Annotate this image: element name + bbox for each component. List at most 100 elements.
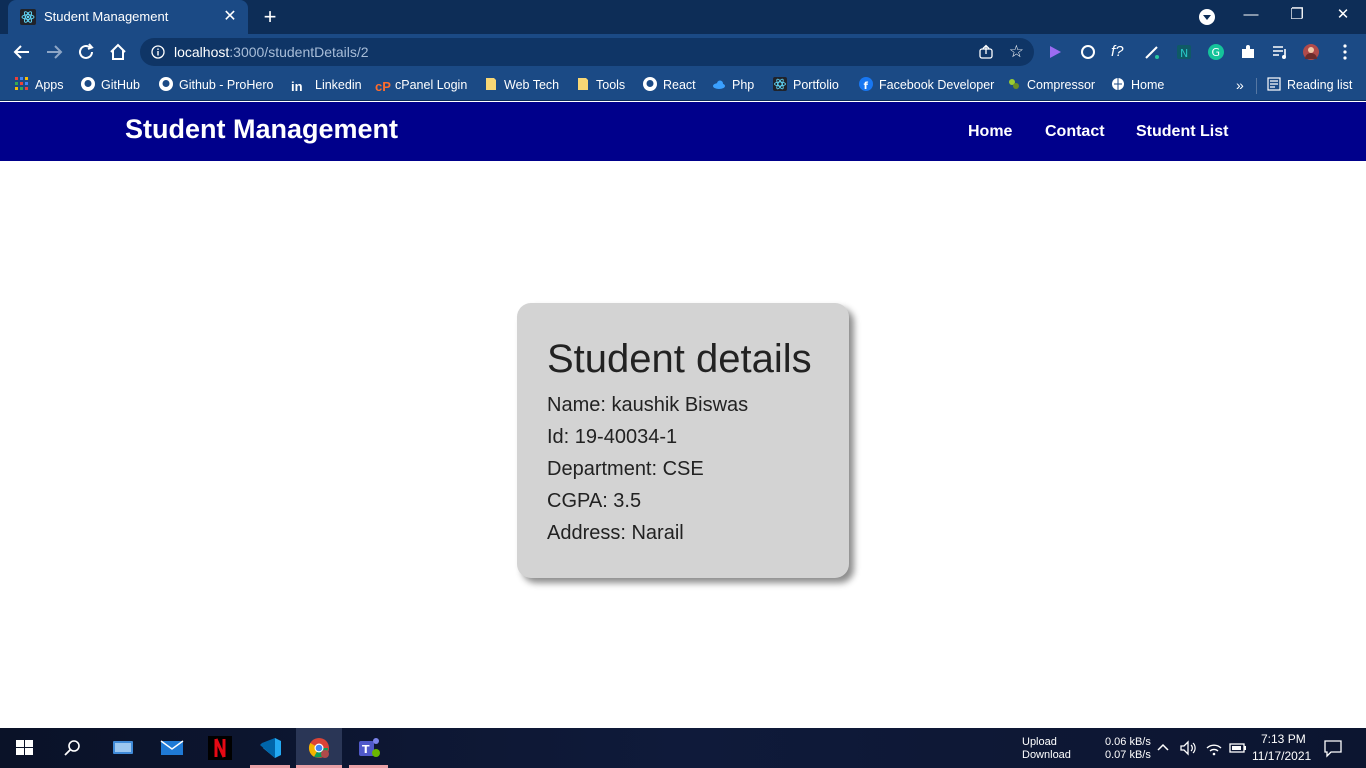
bookmark-label: Compressor (1027, 78, 1096, 92)
extension-icon[interactable] (1046, 43, 1064, 61)
close-window-icon[interactable]: ✕ (1320, 0, 1366, 32)
student-id: Id: 19-40034-1 (547, 426, 678, 448)
apps-grid-icon (15, 77, 28, 90)
notification-center-icon[interactable] (1322, 736, 1344, 760)
bookmark-label: cPanel Login (395, 78, 468, 92)
clock-date[interactable]: 11/17/2021 (1252, 749, 1311, 763)
bookmark-label: Php (732, 78, 755, 92)
extensions-puzzle-icon[interactable] (1239, 43, 1257, 61)
url-text: localhost:3000/studentDetails/2 (174, 44, 369, 60)
svg-text:G: G (1212, 46, 1221, 59)
bookmark-label: Linkedin (315, 78, 362, 92)
bookmark-github[interactable]: GitHub (81, 76, 140, 94)
react-icon (773, 77, 787, 91)
close-tab-icon[interactable]: ✕ (220, 7, 240, 27)
chrome-icon[interactable] (306, 736, 332, 760)
teams-icon[interactable]: T (356, 736, 382, 760)
tab-search-icon[interactable] (1199, 9, 1215, 25)
task-view-icon[interactable] (110, 736, 136, 760)
compressor-icon (1009, 79, 1019, 89)
share-icon[interactable] (978, 44, 994, 60)
browser-tab[interactable]: Student Management ✕ (8, 0, 248, 34)
bookmark-php[interactable]: Php (712, 76, 754, 94)
site-info-icon[interactable] (151, 45, 165, 59)
windows-taskbar: T Upload Download 0.06 kB/s 0.07 kB/s 7:… (0, 728, 1366, 768)
minimize-icon[interactable]: — (1228, 0, 1274, 32)
reading-list-label: Reading list (1287, 78, 1353, 92)
bookmark-portfolio[interactable]: Portfolio (773, 76, 839, 94)
extension-icon[interactable] (1079, 43, 1097, 61)
reload-icon[interactable] (75, 41, 97, 63)
bookmark-folder-tools[interactable]: Tools (576, 76, 625, 94)
bookmark-home[interactable]: Home (1111, 76, 1164, 94)
bookmark-label: Home (1131, 78, 1165, 92)
svg-text:T: T (362, 743, 370, 756)
bookmarks-bar: Apps GitHub Github - ProHero in Linkedin … (0, 70, 1366, 101)
bookmark-facebook-developer[interactable]: f Facebook Developer (859, 76, 994, 94)
bookmark-label: Tools (596, 78, 626, 92)
facebook-icon: f (859, 77, 873, 91)
vscode-icon[interactable] (257, 736, 283, 760)
student-cgpa: CGPA: 3.5 (547, 490, 642, 512)
url-path: :3000/studentDetails/2 (229, 44, 369, 60)
folder-icon (578, 78, 588, 90)
bookmark-apps[interactable]: Apps (15, 76, 64, 94)
wifi-icon[interactable] (1204, 736, 1224, 760)
github-icon (159, 77, 173, 91)
windows-start-icon[interactable] (12, 736, 38, 760)
github-icon (643, 77, 657, 91)
netflix-icon[interactable] (207, 736, 233, 760)
bookmark-folder-web-tech[interactable]: Web Tech (484, 76, 559, 94)
download-label: Download (1022, 749, 1071, 761)
bookmark-cpanel[interactable]: cP cPanel Login (375, 76, 467, 94)
media-control-icon[interactable] (1271, 43, 1289, 61)
tab-title: Student Management (44, 9, 169, 24)
bookmark-compressor[interactable]: Compressor (1007, 76, 1095, 94)
upload-speed: 0.06 kB/s (1105, 736, 1151, 748)
bookmark-react[interactable]: React (643, 76, 696, 94)
nav-link-contact[interactable]: Contact (1045, 123, 1105, 141)
url-host: localhost (174, 44, 230, 60)
new-tab-icon[interactable]: + (258, 5, 282, 29)
svg-text:N: N (1180, 47, 1188, 60)
browser-tab-strip: Student Management ✕ + — ❐ ✕ (0, 0, 1366, 34)
student-details-card: Student details Name: kaushik Biswas Id:… (517, 303, 849, 578)
extension-icon[interactable] (1143, 43, 1161, 61)
cpanel-icon: cP (375, 79, 391, 94)
menu-kebab-icon[interactable] (1336, 43, 1354, 61)
upload-label: Upload (1022, 736, 1057, 748)
reading-list-button[interactable]: Reading list (1267, 76, 1352, 94)
react-icon (20, 9, 36, 25)
back-icon[interactable] (11, 41, 33, 63)
profile-avatar-icon[interactable] (1302, 43, 1320, 61)
extension-icon[interactable]: N (1175, 43, 1193, 61)
brand-title[interactable]: Student Management (125, 114, 398, 145)
app-navbar: Student Management Home Contact Student … (0, 102, 1366, 161)
volume-icon[interactable] (1178, 736, 1198, 760)
bookmark-github-prohero[interactable]: Github - ProHero (159, 76, 273, 94)
restore-icon[interactable]: ❐ (1274, 0, 1320, 32)
forward-icon[interactable] (43, 41, 65, 63)
browser-toolbar: localhost:3000/studentDetails/2 ☆ f? N G (0, 34, 1366, 70)
globe-icon (1112, 78, 1124, 90)
bookmark-star-icon[interactable]: ☆ (1009, 42, 1024, 62)
bookmark-label: Github - ProHero (179, 78, 274, 92)
battery-icon[interactable] (1228, 736, 1248, 760)
svg-text:f: f (864, 81, 869, 91)
address-bar[interactable]: localhost:3000/studentDetails/2 ☆ (140, 38, 1034, 66)
search-icon[interactable] (59, 736, 85, 760)
grammarly-icon[interactable]: G (1207, 43, 1225, 61)
clock-time[interactable]: 7:13 PM (1261, 732, 1306, 746)
nav-link-home[interactable]: Home (968, 123, 1012, 141)
student-address: Address: Narail (547, 522, 684, 544)
nav-link-student-list[interactable]: Student List (1136, 123, 1228, 141)
chevron-up-icon[interactable] (1154, 736, 1172, 760)
mail-icon[interactable] (159, 736, 185, 760)
github-icon (81, 77, 95, 91)
more-bookmarks-icon[interactable]: » (1236, 76, 1244, 94)
bookmark-linkedin[interactable]: in Linkedin (291, 76, 362, 94)
linkedin-icon: in (291, 79, 303, 94)
home-icon[interactable] (107, 41, 129, 63)
formula-extension-icon[interactable]: f? (1111, 43, 1129, 61)
bookmarks-divider (1256, 78, 1257, 94)
